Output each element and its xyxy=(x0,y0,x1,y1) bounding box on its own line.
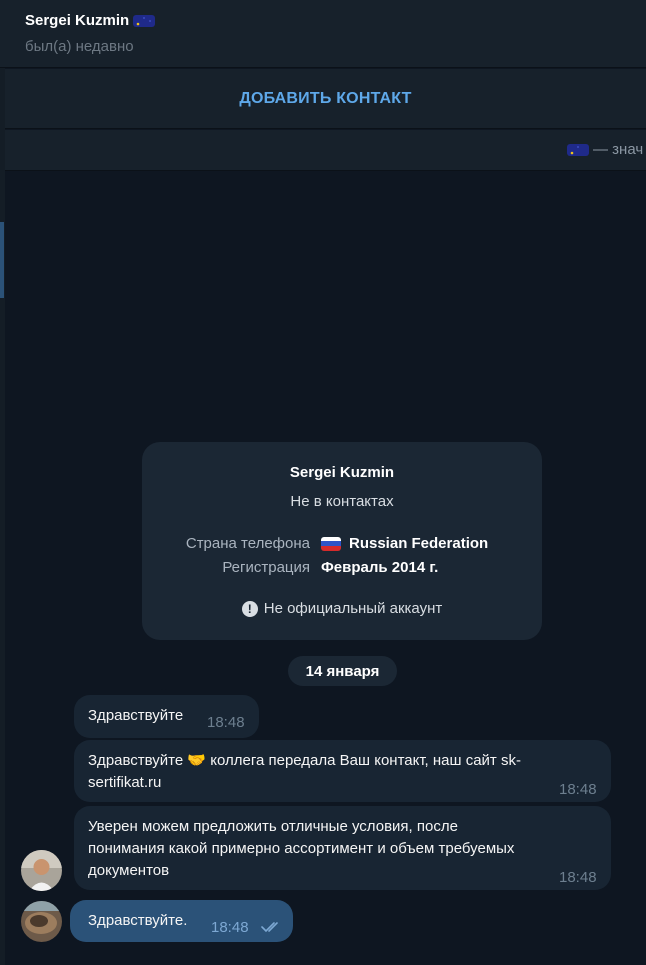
message-text-line: понимания какой примерно ассортимент и о… xyxy=(88,840,515,857)
message-bubble-incoming[interactable]: Уверен можем предложить отличные условия… xyxy=(74,806,611,890)
phone-country-value: Russian Federation xyxy=(349,535,489,552)
message-text: Здравствуйте xyxy=(88,707,184,724)
contact-avatar[interactable] xyxy=(21,850,62,891)
message-bubble-incoming[interactable]: Здравствуйте 18:48 xyxy=(74,695,259,738)
add-contact-button[interactable]: ДОБАВИТЬ КОНТАКТ xyxy=(239,90,411,108)
premium-emoji-icon xyxy=(133,14,156,27)
exclamation-circle-icon: ! xyxy=(241,600,258,617)
chat-title[interactable]: Sergei Kuzmin xyxy=(25,12,156,29)
message-time: 18:48 xyxy=(211,919,249,936)
chat-header[interactable]: Sergei Kuzmin был(а) недавно xyxy=(0,0,646,68)
card-contact-name: Sergei Kuzmin xyxy=(289,464,395,481)
premium-emoji-icon xyxy=(567,143,589,156)
message-text-line: Здравствуйте 🤝 коллега передала Ваш конт… xyxy=(88,752,521,769)
registration-value: Февраль 2014 г. xyxy=(321,559,439,576)
message-text-line: Уверен можем предложить отличные условия… xyxy=(88,818,458,835)
message-time: 18:48 xyxy=(559,869,597,886)
card-contact-subtitle: Не в контактах xyxy=(290,493,394,510)
date-separator: 14 января xyxy=(288,656,397,686)
message-text: Здравствуйте 🤝 коллега передала Ваш конт… xyxy=(88,750,521,794)
phone-country-value-wrap: Russian Federation xyxy=(321,535,488,552)
message-text-line: документов xyxy=(88,862,170,879)
add-contact-bar: ДОБАВИТЬ КОНТАКТ xyxy=(5,69,646,129)
russia-flag-icon xyxy=(321,536,341,551)
message-text: Здравствуйте. xyxy=(88,912,188,929)
message-bubble-outgoing[interactable]: Здравствуйте. 18:48 xyxy=(70,900,293,942)
contact-name: Sergei Kuzmin xyxy=(25,12,130,29)
premium-notice-bar[interactable]: — знач xyxy=(5,130,646,171)
premium-notice-text: — знач xyxy=(593,141,644,158)
premium-notice: — знач xyxy=(566,141,643,158)
double-check-icon xyxy=(261,922,278,933)
avatar-image xyxy=(21,850,62,891)
official-note: ! Не официальный аккаунт xyxy=(142,600,542,617)
official-note-text: Не официальный аккаунт xyxy=(263,600,443,617)
contact-info-card: Sergei Kuzmin Не в контактах Страна теле… xyxy=(142,442,542,640)
sidebar-selection-indicator xyxy=(0,222,4,298)
message-text: Уверен можем предложить отличные условия… xyxy=(88,816,514,882)
phone-country-label: Страна телефона xyxy=(185,535,310,552)
avatar-image xyxy=(21,901,62,942)
my-avatar[interactable] xyxy=(21,901,62,942)
registration-label: Регистрация xyxy=(222,559,310,576)
message-time: 18:48 xyxy=(207,714,245,731)
message-time: 18:48 xyxy=(559,781,597,798)
message-bubble-incoming[interactable]: Здравствуйте 🤝 коллега передала Ваш конт… xyxy=(74,740,611,802)
sidebar-edge xyxy=(0,68,5,965)
contact-status: был(а) недавно xyxy=(25,38,134,55)
message-text-line: sertifikat.ru xyxy=(88,774,162,791)
